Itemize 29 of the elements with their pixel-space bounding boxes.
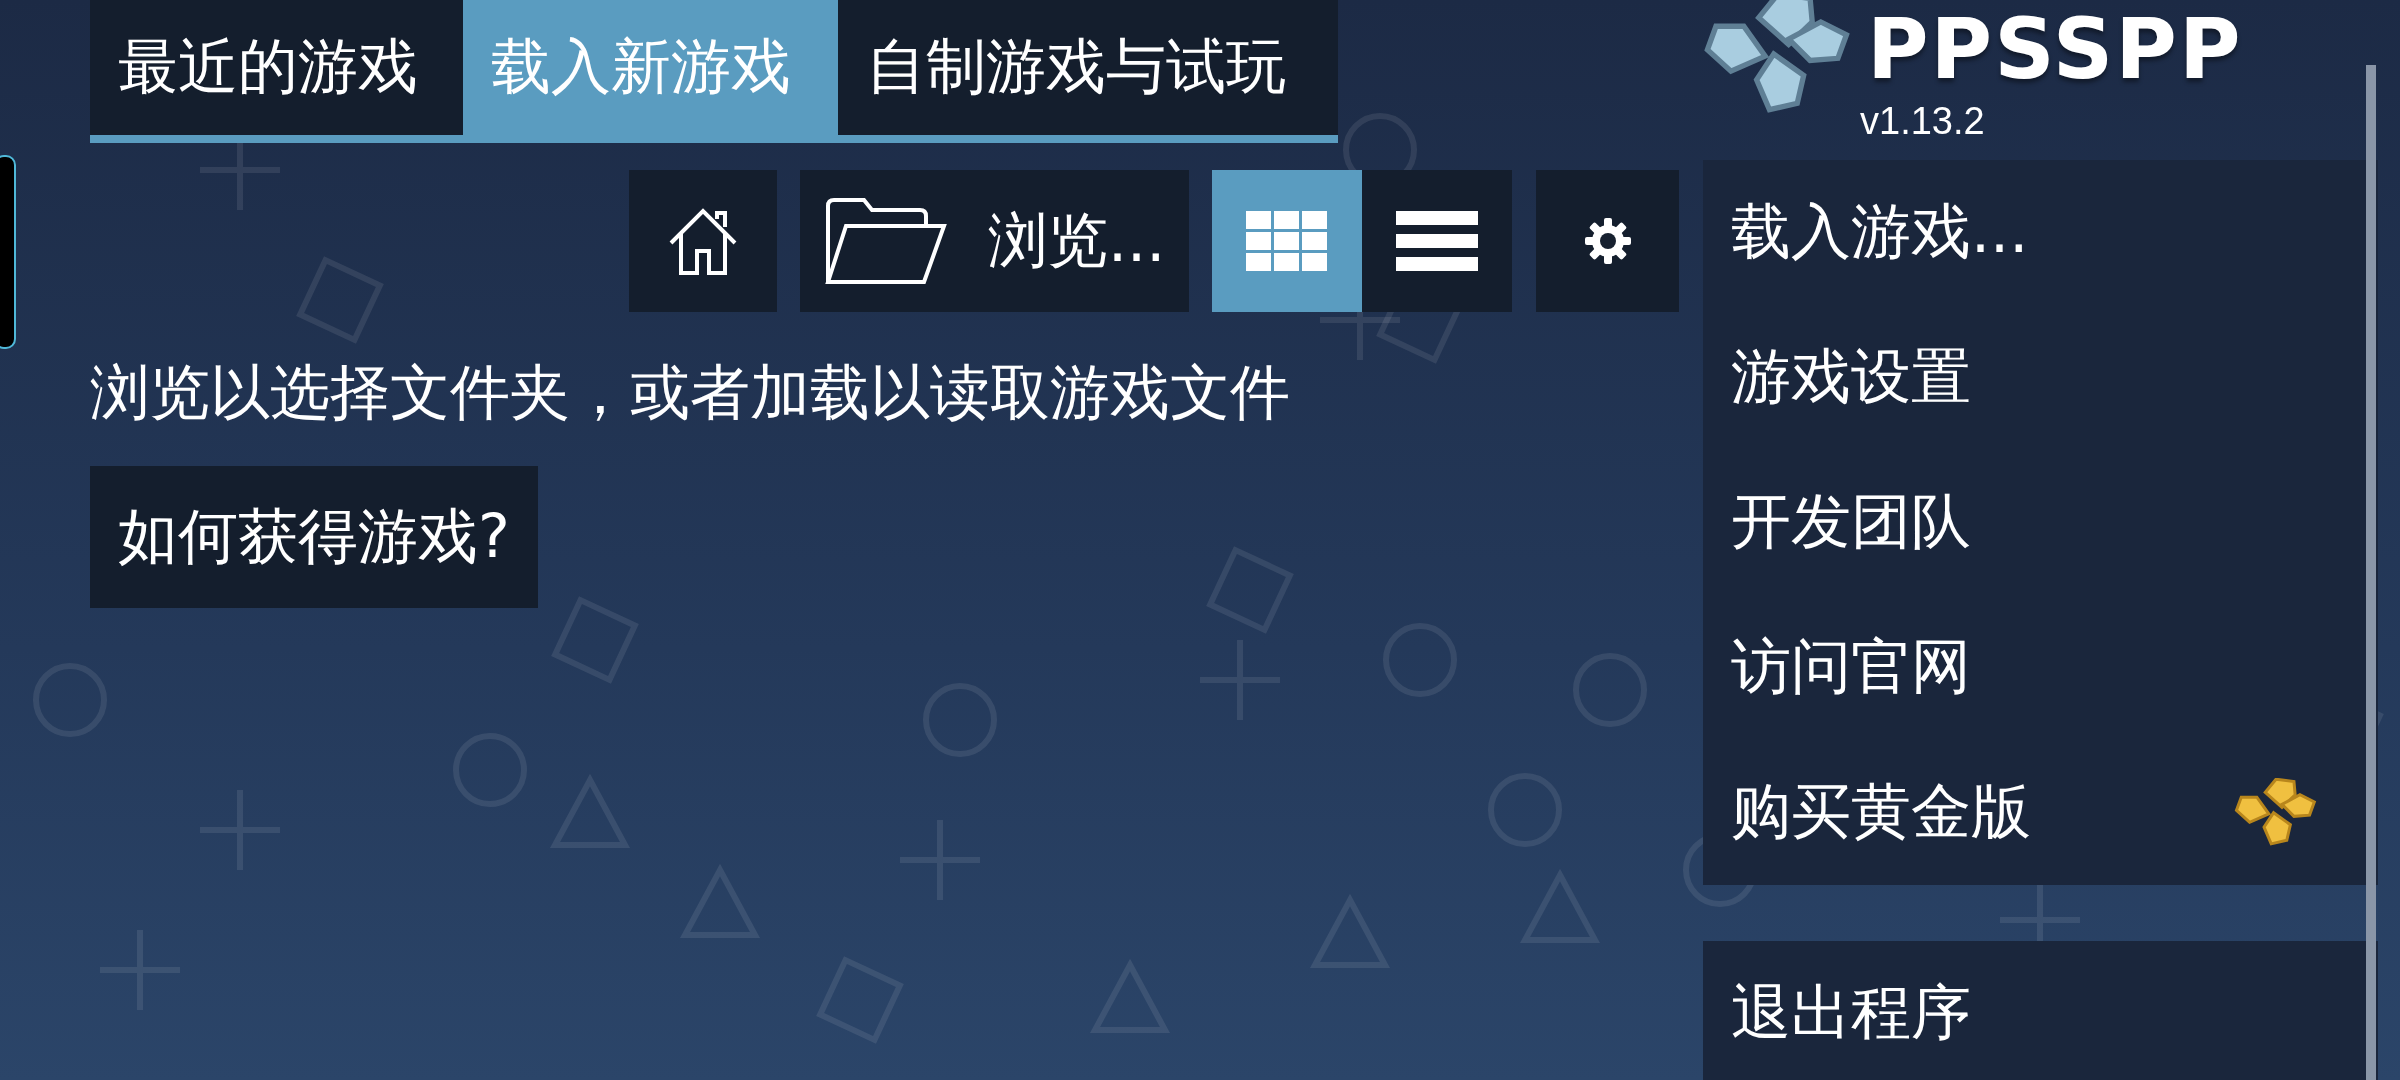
menu-item[interactable]: 购买黄金版	[1703, 740, 2378, 885]
settings-button[interactable]	[1536, 170, 1679, 312]
exit-button[interactable]: 退出程序	[1703, 941, 2378, 1080]
menu-item-label: 访问官网	[1731, 630, 1971, 703]
list-view-icon	[1396, 211, 1478, 271]
browse-button[interactable]: 浏览...	[800, 170, 1189, 312]
hint-text: 浏览以选择文件夹，或者加载以读取游戏文件	[90, 356, 1291, 429]
home-button[interactable]	[629, 170, 777, 312]
menu-item-label: 购买黄金版	[1731, 775, 2031, 848]
tab[interactable]: 最近的游戏	[90, 0, 463, 135]
menu-item-label: 开发团队	[1731, 485, 1971, 558]
menu-item[interactable]: 载入游戏...	[1703, 160, 2378, 305]
menu-item-label: 载入游戏...	[1731, 195, 2029, 268]
logo-text: PPSSPP	[1867, 4, 2243, 94]
grid-view-icon	[1246, 211, 1328, 271]
menu-item[interactable]: 访问官网	[1703, 595, 2378, 740]
folder-icon	[824, 196, 948, 286]
menu-item-label: 游戏设置	[1731, 340, 1971, 413]
menu-item[interactable]: 游戏设置	[1703, 305, 2378, 450]
console-logo-icon	[1703, 0, 1853, 115]
list-view-button[interactable]	[1362, 170, 1512, 312]
settings-icon	[1583, 217, 1632, 265]
game-logo-icon	[2234, 778, 2318, 847]
edge-handle[interactable]	[0, 155, 16, 349]
menu-item[interactable]: 开发团队	[1703, 450, 2378, 595]
tab[interactable]: 自制游戏与试玩	[838, 0, 1338, 135]
help-button[interactable]: 如何获得游戏?	[90, 466, 538, 608]
version-text: v1.13.2	[1860, 100, 1985, 143]
scrollbar[interactable]	[2366, 65, 2376, 1080]
